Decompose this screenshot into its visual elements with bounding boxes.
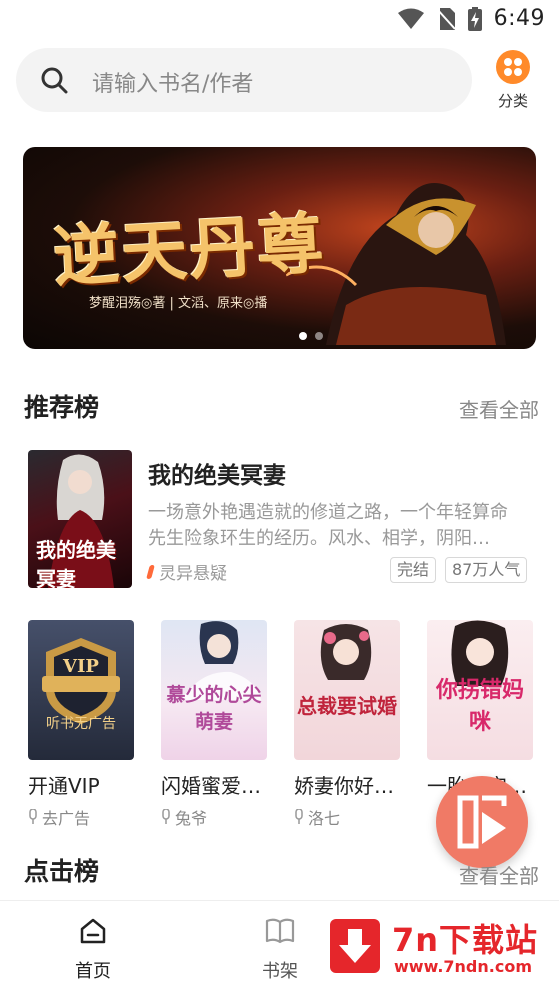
featured-book-cover[interactable]: 我的绝美冥妻 <box>28 450 132 588</box>
vip-badge-icon: 听书无广告 <box>42 638 120 732</box>
play-icon <box>457 795 507 849</box>
category-button[interactable]: 分类 <box>492 50 534 111</box>
book-cover: 你拐错妈咪 <box>427 620 533 760</box>
book-cover: 听书无广告 VIP <box>28 620 134 760</box>
category-label: 分类 <box>497 92 528 110</box>
author-name: 去广告 <box>42 809 91 828</box>
banner-pagination <box>299 332 323 340</box>
status-bar: 6:49 <box>0 0 559 40</box>
search-input[interactable]: 请输入书名/作者 <box>16 48 472 112</box>
book-card[interactable]: 听书无广告 VIP 开通VIP 去广告 <box>28 620 134 829</box>
popularity-tag: 87万人气 <box>445 557 528 583</box>
section-title-hot: 点击榜 <box>24 857 100 886</box>
microphone-icon <box>162 809 170 824</box>
nav-home[interactable]: 首页 <box>53 917 133 983</box>
page-dot <box>299 332 307 340</box>
home-icon <box>80 918 106 944</box>
watermark-logo: 7n下载站 www.7ndn.com <box>314 905 559 993</box>
author-name: 洛七 <box>308 809 341 828</box>
hot-see-all-link[interactable]: 查看全部 <box>459 860 539 889</box>
featured-book-title[interactable]: 我的绝美冥妻 <box>148 456 286 490</box>
banner[interactable]: 逆天丹尊 梦醒泪殇◎著 | 文滔、原来◎播 <box>23 147 536 349</box>
genre-label: 灵异悬疑 <box>159 564 227 584</box>
search-placeholder: 请输入书名/作者 <box>92 72 254 97</box>
nav-shelf[interactable]: 书架 <box>240 917 320 983</box>
genre-icon <box>146 564 155 579</box>
microphone-icon <box>295 809 303 824</box>
floating-player-button[interactable] <box>436 776 528 868</box>
watermark-name: 7n下载站 <box>392 921 539 959</box>
watermark-url: www.7ndn.com <box>394 957 532 976</box>
book-card[interactable]: 慕少的心尖萌妻 闪婚蜜爱… 兔爷 <box>161 620 267 829</box>
svg-text:听书无广告: 听书无广告 <box>46 716 116 732</box>
download-icon <box>330 919 380 973</box>
banner-subtitle: 梦醒泪殇◎著 | 文滔、原来◎播 <box>89 296 268 311</box>
page-dot <box>315 332 323 340</box>
microphone-icon <box>29 809 37 824</box>
book-title: 开通VIP <box>28 774 100 798</box>
book-icon <box>265 918 295 944</box>
search-icon <box>41 67 68 94</box>
cover-title: VIP <box>63 656 99 677</box>
featured-book-genre: 灵异悬疑 <box>146 559 227 584</box>
book-cover: 总裁要试婚 <box>294 620 400 760</box>
book-card[interactable]: 总裁要试婚 娇妻你好… 洛七 <box>294 620 400 829</box>
book-title: 娇妻你好… <box>294 774 394 798</box>
wifi-icon <box>397 8 424 29</box>
no-sim-icon <box>435 7 456 30</box>
section-title-recommend: 推荐榜 <box>24 393 100 422</box>
book-cover: 慕少的心尖萌妻 <box>161 620 267 760</box>
cover-title: 你拐错妈咪 <box>435 677 524 735</box>
author-name: 兔爷 <box>175 809 208 828</box>
book-card[interactable]: 你拐错妈咪 一胎二宝… <box>427 620 533 799</box>
nav-shelf-label: 书架 <box>262 961 298 982</box>
nav-home-label: 首页 <box>75 961 111 982</box>
status-tag: 完结 <box>390 557 437 583</box>
book-author: 洛七 <box>294 805 400 829</box>
category-icon <box>496 50 530 84</box>
book-title: 闪婚蜜爱… <box>161 774 261 798</box>
featured-book-description: 一场意外艳遇造就的修道之路，一个年轻算命先生险象环生的经历。风水、相学，阴阳… <box>148 502 508 549</box>
cover-title: 总裁要试婚 <box>297 694 397 718</box>
clock: 6:49 <box>493 6 545 31</box>
featured-cover-title: 我的绝美冥妻 <box>36 538 116 588</box>
recommend-see-all-link[interactable]: 查看全部 <box>459 394 539 423</box>
battery-icon <box>467 6 482 31</box>
book-author: 兔爷 <box>161 805 267 829</box>
cover-title: 慕少的心尖萌妻 <box>166 684 262 733</box>
banner-title: 逆天丹尊 <box>51 203 328 297</box>
book-author: 去广告 <box>28 805 134 829</box>
